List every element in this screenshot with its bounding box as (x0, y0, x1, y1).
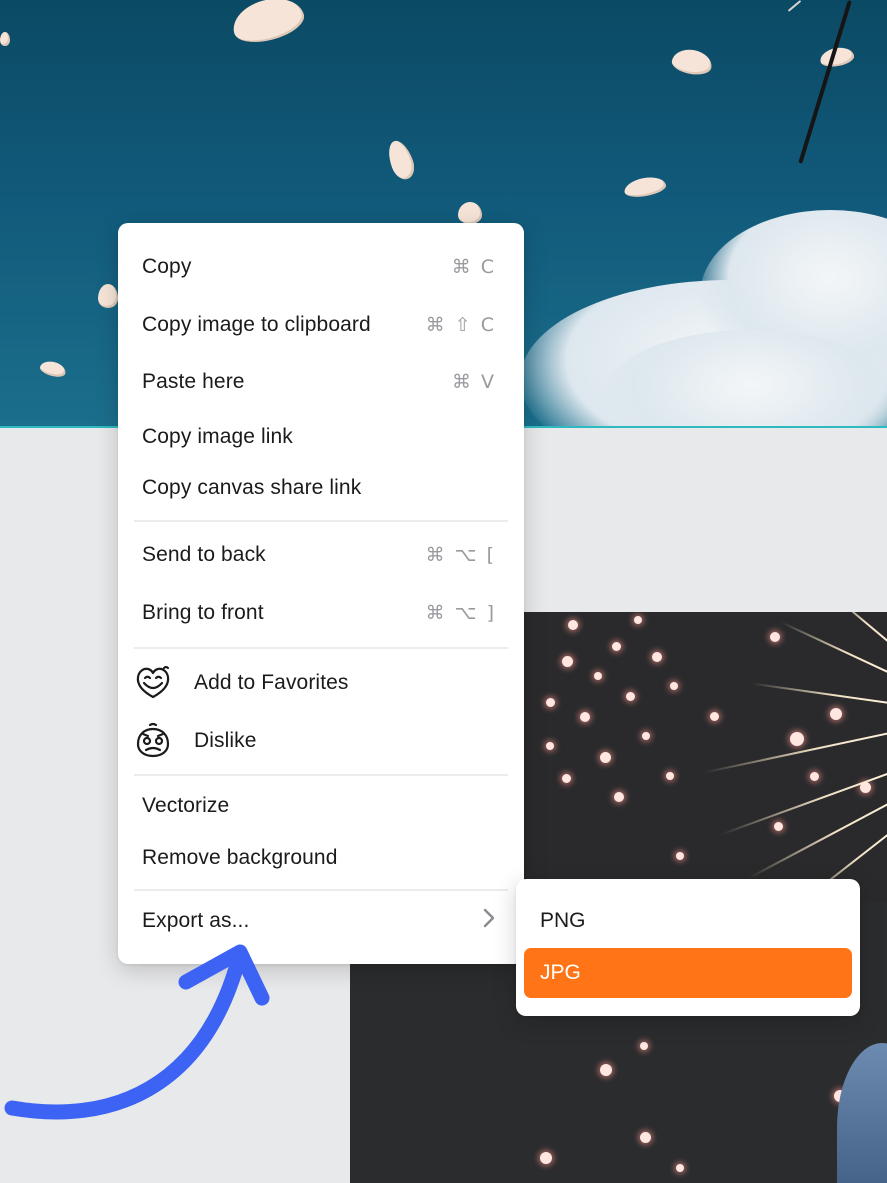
shortcut-hint: ⌘ V (451, 371, 496, 393)
menu-item-remove-background[interactable]: Remove background (118, 835, 524, 881)
menu-item-copy-canvas-share-link[interactable]: Copy canvas share link (118, 465, 524, 511)
export-option-jpg[interactable]: JPG (524, 948, 852, 998)
menu-item-paste-here[interactable]: Paste here ⌘ V (118, 359, 524, 405)
menu-item-label: Copy (142, 255, 192, 278)
menu-item-label: Paste here (142, 370, 245, 393)
menu-item-bring-to-front[interactable]: Bring to front ⌘ ⌥ ] (118, 590, 524, 636)
export-option-label: PNG (540, 909, 586, 932)
shortcut-hint: ⌘ ⌥ ] (425, 602, 496, 624)
menu-item-vectorize[interactable]: Vectorize (118, 783, 524, 829)
menu-item-label: Dislike (194, 729, 257, 752)
menu-item-label: Add to Favorites (194, 671, 349, 694)
export-submenu: PNG JPG (516, 879, 860, 1016)
menu-item-label: Vectorize (142, 794, 230, 817)
menu-divider (134, 889, 508, 891)
menu-item-dislike[interactable]: Dislike (118, 718, 524, 764)
menu-divider (134, 520, 508, 522)
menu-item-copy-image-to-clipboard[interactable]: Copy image to clipboard ⌘ ⇧ C (118, 302, 524, 348)
shortcut-hint: ⌘ C (451, 256, 496, 278)
export-option-label: JPG (540, 961, 581, 984)
menu-divider (134, 647, 508, 649)
worried-face-icon (134, 722, 172, 760)
curved-arrow-icon (4, 944, 270, 1120)
menu-item-label: Send to back (142, 543, 266, 566)
smiling-face-icon (134, 664, 172, 702)
shortcut-hint: ⌘ ⌥ [ (425, 544, 496, 566)
shortcut-hint: ⌘ ⇧ C (425, 314, 496, 336)
menu-item-add-to-favorites[interactable]: Add to Favorites (118, 660, 524, 706)
menu-divider (134, 774, 508, 776)
menu-item-label: Copy canvas share link (142, 476, 362, 499)
menu-item-copy-image-link[interactable]: Copy image link (118, 414, 524, 460)
menu-item-copy[interactable]: Copy ⌘ C (118, 244, 524, 290)
export-option-png[interactable]: PNG (524, 896, 852, 946)
menu-item-label: Bring to front (142, 601, 264, 624)
menu-item-label: Copy image to clipboard (142, 313, 371, 336)
menu-item-label: Remove background (142, 846, 338, 869)
context-menu: Copy ⌘ C Copy image to clipboard ⌘ ⇧ C P… (118, 223, 524, 964)
menu-item-send-to-back[interactable]: Send to back ⌘ ⌥ [ (118, 532, 524, 578)
chevron-right-icon (482, 907, 496, 936)
menu-item-label: Copy image link (142, 425, 293, 448)
